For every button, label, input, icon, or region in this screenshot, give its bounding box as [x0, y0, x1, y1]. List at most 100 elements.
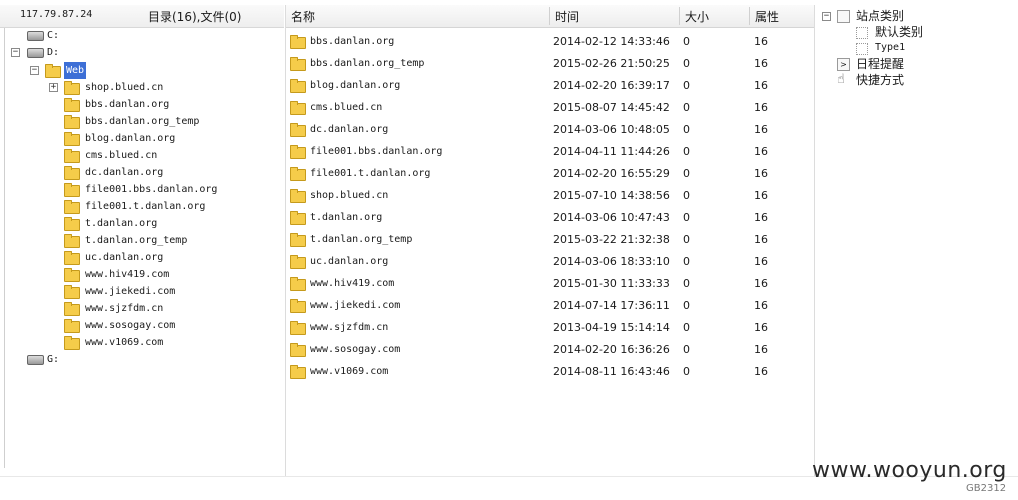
folder-icon: [290, 233, 306, 247]
tree-node-folder[interactable]: shop.blued.cn: [64, 79, 274, 96]
tree-label-selected: Web: [64, 62, 87, 79]
file-row[interactable]: file001.t.danlan.org 2014-02-20 16:55:29 0…: [286, 163, 814, 185]
tree-node-web[interactable]: Web: [45, 62, 105, 79]
tree-label: www.sosogay.com: [85, 320, 176, 331]
drive-icon: [27, 355, 44, 365]
file-row[interactable]: t.danlan.org_temp 2015-03-22 21:32:38 0 16: [286, 229, 814, 251]
tree-node-folder[interactable]: www.sjzfdm.cn: [64, 300, 274, 317]
file-name: www.jiekedi.com: [310, 300, 401, 311]
folder-icon: [290, 277, 306, 291]
folder-icon: [290, 123, 306, 137]
tree-label: 默认类别: [875, 25, 924, 39]
collapse-toggle-icon[interactable]: −: [822, 12, 831, 21]
file-name: cms.blued.cn: [310, 102, 383, 113]
folder-icon: [290, 79, 306, 93]
tree-node-folder[interactable]: uc.danlan.org: [64, 249, 274, 266]
tree-label: blog.danlan.org: [85, 133, 176, 144]
file-time: 2014-04-11 11:44:26: [553, 145, 670, 158]
tree-node-folder[interactable]: cms.blued.cn: [64, 147, 274, 164]
folder-icon: [64, 132, 80, 146]
file-row[interactable]: dc.danlan.org 2014-03-06 10:48:05 0 16: [286, 119, 814, 141]
file-size: 0: [683, 79, 690, 92]
site-panel: − 站点类别 默认类别 Type1 > 日程提醒 ☝ 快捷方式: [815, 5, 1018, 476]
tree-label: 日程提醒: [856, 57, 905, 71]
tree-node-drive-d[interactable]: D:: [27, 44, 87, 61]
tree-node-folder[interactable]: file001.bbs.danlan.org: [64, 181, 274, 198]
tree-node-drive-c[interactable]: C:: [27, 27, 87, 44]
file-row[interactable]: bbs.danlan.org_temp 2015-02-26 21:50:25 0 1…: [286, 53, 814, 75]
column-header-attr[interactable]: 属性: [755, 8, 779, 25]
column-divider[interactable]: [549, 7, 550, 25]
tree-node-folder[interactable]: www.hiv419.com: [64, 266, 274, 283]
file-size: 0: [683, 343, 690, 356]
tree-node-folder[interactable]: t.danlan.org_temp: [64, 232, 274, 249]
file-row[interactable]: www.sjzfdm.cn 2013-04-19 15:14:14 0 16: [286, 317, 814, 339]
column-divider[interactable]: [679, 7, 680, 25]
file-row[interactable]: uc.danlan.org 2014-03-06 18:33:10 0 16: [286, 251, 814, 273]
column-divider[interactable]: [749, 7, 750, 25]
tree-node-folder[interactable]: dc.danlan.org: [64, 164, 274, 181]
folder-icon: [64, 115, 80, 129]
file-time: 2015-01-30 11:33:33: [553, 277, 670, 290]
file-name: t.danlan.org: [310, 212, 383, 223]
tree-label: 站点类别: [856, 9, 905, 23]
expand-toggle-icon[interactable]: +: [49, 83, 58, 92]
file-attr: 16: [754, 365, 768, 378]
folder-icon: [290, 101, 306, 115]
file-attr: 16: [754, 255, 768, 268]
tree-label: www.jiekedi.com: [85, 286, 176, 297]
tree-node-folder[interactable]: www.jiekedi.com: [64, 283, 274, 300]
folder-icon: [290, 211, 306, 225]
tree-label: C:: [47, 30, 60, 41]
file-row[interactable]: file001.bbs.danlan.org 2014-04-11 11:44:2…: [286, 141, 814, 163]
folder-icon: [64, 251, 80, 265]
tree-label: www.sjzfdm.cn: [85, 303, 164, 314]
tree-node-folder[interactable]: blog.danlan.org: [64, 130, 274, 147]
file-row[interactable]: bbs.danlan.org 2014-02-12 14:33:46 0 16: [286, 31, 814, 53]
collapse-toggle-icon[interactable]: −: [11, 48, 20, 57]
file-time: 2015-07-10 14:38:56: [553, 189, 670, 202]
file-time: 2014-03-06 10:47:43: [553, 211, 670, 224]
column-header-time[interactable]: 时间: [555, 8, 579, 25]
folder-icon: [64, 183, 80, 197]
folder-icon: [64, 302, 80, 316]
tree-node-drive-g[interactable]: G:: [27, 351, 87, 368]
file-row[interactable]: www.hiv419.com 2015-01-30 11:33:33 0 16: [286, 273, 814, 295]
file-time: 2014-03-06 18:33:10: [553, 255, 670, 268]
category-item-icon: [856, 43, 868, 55]
file-row[interactable]: shop.blued.cn 2015-07-10 14:38:56 0 16: [286, 185, 814, 207]
tree-label: www.hiv419.com: [85, 269, 170, 280]
folder-icon: [64, 166, 80, 180]
tree-node-folder[interactable]: bbs.danlan.org: [64, 96, 274, 113]
folder-icon: [64, 149, 80, 163]
file-row[interactable]: t.danlan.org 2014-03-06 10:47:43 0 16: [286, 207, 814, 229]
schedule-icon: >: [837, 58, 850, 71]
collapse-toggle-icon[interactable]: −: [30, 66, 39, 75]
folder-icon: [290, 365, 306, 379]
tree-node-folder[interactable]: www.v1069.com: [64, 334, 274, 351]
column-header-size[interactable]: 大小: [685, 8, 709, 25]
file-row[interactable]: www.sosogay.com 2014-02-20 16:36:26 0 16: [286, 339, 814, 361]
folder-icon: [64, 336, 80, 350]
column-header-name[interactable]: 名称: [291, 8, 315, 25]
file-attr: 16: [754, 189, 768, 202]
file-row[interactable]: www.jiekedi.com 2014-07-14 17:36:11 0 16: [286, 295, 814, 317]
file-row[interactable]: cms.blued.cn 2015-08-07 14:45:42 0 16: [286, 97, 814, 119]
file-attr: 16: [754, 277, 768, 290]
file-size: 0: [683, 123, 690, 136]
file-attr: 16: [754, 299, 768, 312]
file-name: t.danlan.org_temp: [310, 234, 413, 245]
tree-node-folder[interactable]: bbs.danlan.org_temp: [64, 113, 274, 130]
tree-node-folder[interactable]: www.sosogay.com: [64, 317, 274, 334]
file-row[interactable]: blog.danlan.org 2014-02-20 16:39:17 0 16: [286, 75, 814, 97]
tree-label: G:: [47, 354, 60, 365]
tree-node-folder[interactable]: file001.t.danlan.org: [64, 198, 274, 215]
file-time: 2015-02-26 21:50:25: [553, 57, 670, 70]
file-row[interactable]: www.v1069.com 2014-08-11 16:43:46 0 16: [286, 361, 814, 383]
tree-node-folder[interactable]: t.danlan.org: [64, 215, 274, 232]
file-name: www.sosogay.com: [310, 344, 401, 355]
file-attr: 16: [754, 101, 768, 114]
tree-header: 117.79.87.24 目录(16),文件(0): [0, 5, 284, 28]
tree-label: cms.blued.cn: [85, 150, 158, 161]
folder-icon: [64, 217, 80, 231]
